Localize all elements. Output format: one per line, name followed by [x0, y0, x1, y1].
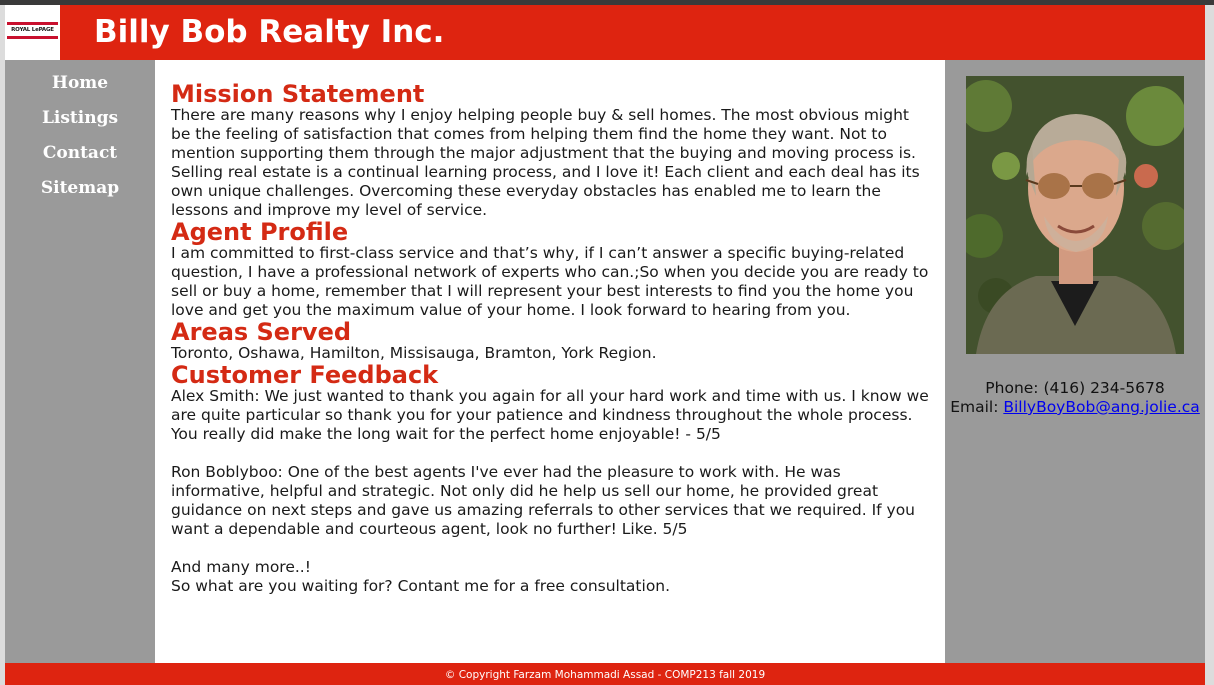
agent-photo [966, 76, 1184, 354]
agent-profile-text: I am committed to first-class service an… [171, 244, 929, 319]
site-title: Billy Bob Realty Inc. [94, 14, 445, 50]
royal-lepage-logo-icon: ROYAL LePAGE [7, 22, 58, 40]
review-ron-boblyboo: Ron Boblyboo: One of the best agents I'v… [171, 463, 916, 538]
review-alex-smith: Alex Smith: We just wanted to thank you … [171, 387, 929, 443]
nav-item-sitemap[interactable]: Sitemap [5, 178, 155, 198]
email-label: Email: [950, 398, 1004, 416]
mission-heading: Mission Statement [171, 80, 425, 108]
phone-number: Phone: (416) 234-5678 [985, 379, 1165, 397]
page: ROYAL LePAGE Billy Bob Realty Inc. Home … [5, 5, 1205, 685]
site-header: ROYAL LePAGE Billy Bob Realty Inc. [5, 5, 1205, 60]
nav-item-home[interactable]: Home [5, 73, 155, 93]
copyright-text: © Copyright Farzam Mohammadi Assad - COM… [444, 669, 766, 681]
customer-feedback-heading: Customer Feedback [171, 361, 439, 389]
contact-sidebar: Phone: (416) 234-5678 Email: BillyBoyBob… [945, 60, 1205, 663]
closing-line-2: So what are you waiting for? Contant me … [171, 577, 671, 595]
areas-served-heading: Areas Served [171, 318, 352, 346]
email-link[interactable]: BillyBoyBob@ang.jolie.ca [1003, 398, 1199, 416]
logo-text: ROYAL LePAGE [11, 27, 54, 33]
main-content: Mission Statement There are many reasons… [155, 60, 945, 663]
nav-item-listings[interactable]: Listings [5, 108, 155, 128]
sidebar-nav: Home Listings Contact Sitemap [5, 60, 155, 663]
closing-line-1: And many more..! [171, 558, 311, 576]
agent-profile-heading: Agent Profile [171, 218, 349, 246]
email-line: Email: BillyBoyBob@ang.jolie.ca [945, 398, 1205, 416]
mission-text: There are many reasons why I enjoy helpi… [171, 106, 920, 219]
content-body: Mission Statement There are many reasons… [171, 82, 931, 596]
nav-item-contact[interactable]: Contact [5, 143, 155, 163]
brand-logo[interactable]: ROYAL LePAGE [5, 5, 60, 60]
site-footer: © Copyright Farzam Mohammadi Assad - COM… [5, 663, 1205, 685]
